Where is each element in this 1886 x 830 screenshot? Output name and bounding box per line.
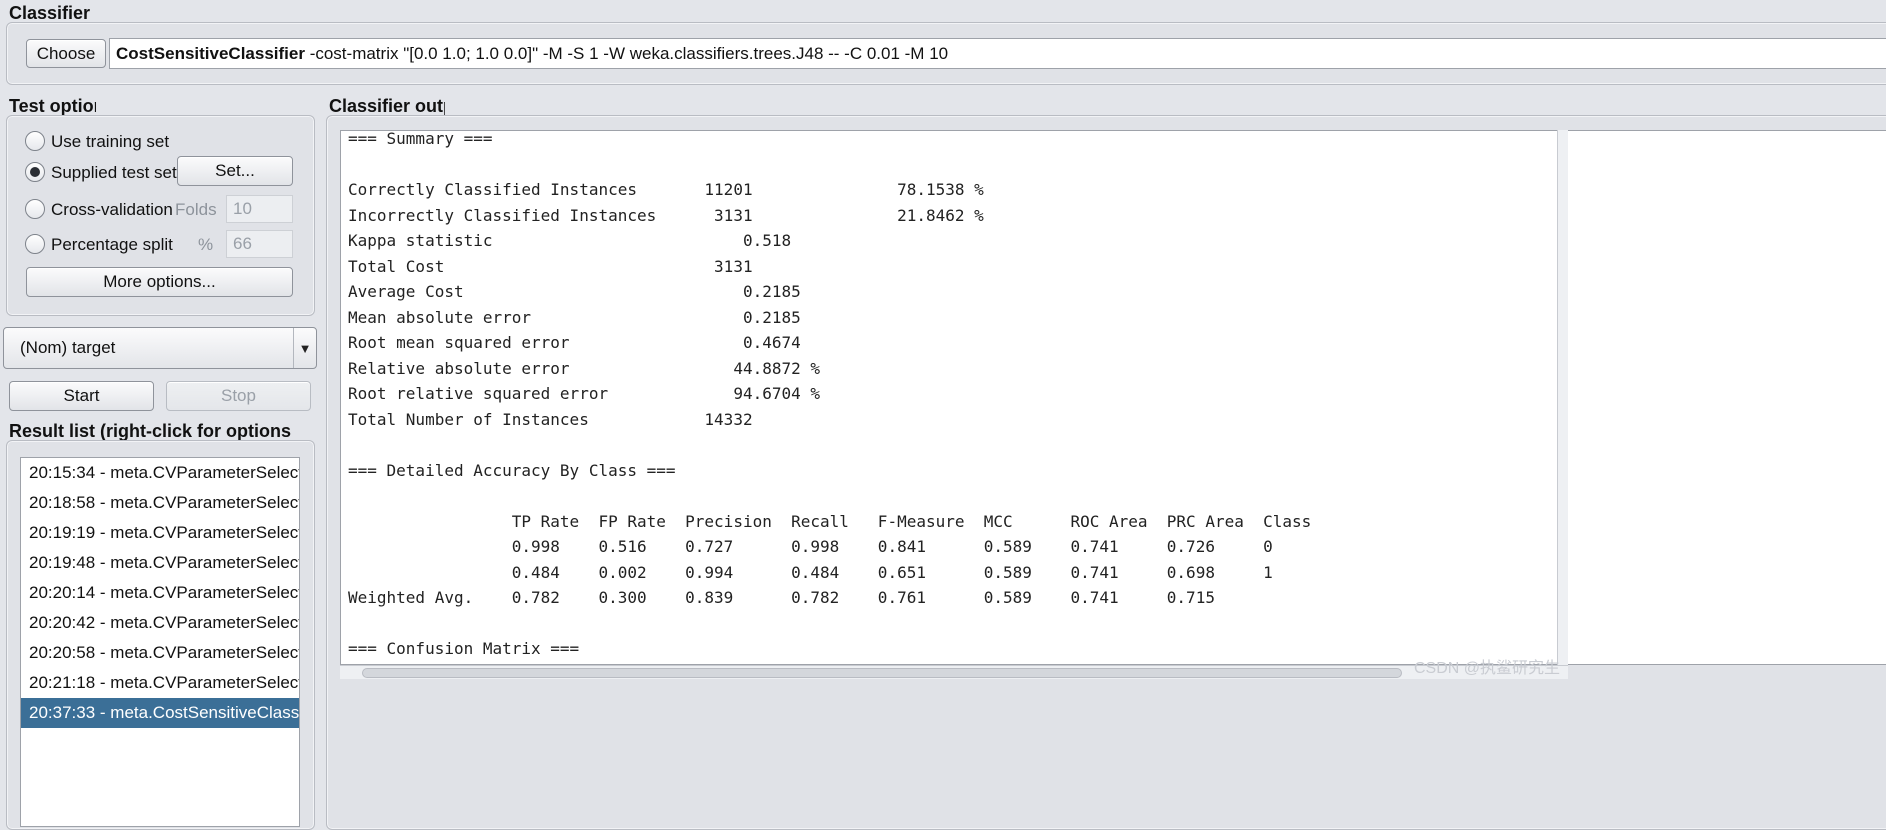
classifier-command-field[interactable]: CostSensitiveClassifier -cost-matrix "[0… (109, 38, 1886, 69)
output-line: Incorrectly Classified Instances 3131 21… (348, 205, 984, 225)
folds-label: Folds (175, 200, 217, 219)
output-line: Correctly Classified Instances 11201 78.… (348, 180, 984, 199)
set-test-set-button[interactable]: Set... (177, 156, 293, 186)
output-line: Kappa statistic 0.518 (348, 231, 792, 250)
result-list-item[interactable]: 20:21:18 - meta.CVParameterSelection (21, 668, 299, 698)
result-list[interactable]: 20:15:34 - meta.CVParameterSelection 20:1… (20, 457, 300, 827)
output-line: === Detailed Accuracy By Class === (348, 460, 676, 480)
output-line: 0.998 0.516 0.727 0.998 0.841 0.589 0.74… (348, 537, 1273, 556)
result-list-item[interactable]: 20:20:14 - meta.CVParameterSelection (21, 578, 299, 608)
output-line: === Confusion Matrix === (348, 639, 580, 658)
more-options-button[interactable]: More options... (26, 267, 293, 297)
percentage-split-radio[interactable] (25, 234, 45, 254)
output-line: Mean absolute error 0.2185 (348, 307, 801, 327)
result-list-item[interactable]: 20:15:34 - meta.CVParameterSelection (21, 458, 299, 488)
classifier-name: CostSensitiveClassifier (116, 43, 305, 63)
stop-button[interactable]: Stop (166, 381, 311, 411)
chevron-down-icon[interactable]: ▼ (293, 328, 316, 368)
output-horizontal-scrollbar[interactable] (340, 665, 1568, 679)
supplied-test-set-label: Supplied test set (51, 163, 177, 182)
start-button[interactable]: Start (9, 381, 154, 411)
classifier-output-text[interactable]: === Summary === Correctly Classified Inst… (340, 130, 1886, 665)
result-list-item[interactable]: 20:20:58 - meta.CVParameterSelection (21, 638, 299, 668)
percent-input[interactable]: 66 (226, 230, 293, 258)
folds-input[interactable]: 10 (226, 195, 293, 223)
choose-button[interactable]: Choose (26, 39, 106, 68)
target-attribute-value: (Nom) target (20, 338, 116, 357)
output-line: Total Number of Instances 14332 (348, 409, 753, 429)
result-list-title: Result list (right-click for options (9, 421, 292, 441)
scrollbar-thumb[interactable] (362, 668, 1402, 678)
output-line: Relative absolute error 44.8872 % (348, 358, 821, 378)
classifier-section-title: Classifier (9, 3, 91, 23)
result-list-item[interactable]: 20:37:33 - meta.CostSensitiveClassifier (21, 698, 299, 728)
output-line: Average Cost 0.2185 (348, 282, 801, 301)
percent-label: % (198, 235, 214, 254)
output-line: Root relative squared error 94.6704 % (348, 384, 821, 403)
output-line: Total Cost 3131 (348, 256, 753, 276)
output-line: === Summary === (348, 130, 493, 148)
watermark: CSDN @执鲨研究生 (1414, 660, 1561, 677)
classifier-arguments: -cost-matrix "[0.0 1.0; 1.0 0.0]" -M -S … (304, 43, 949, 63)
result-list-item[interactable]: 20:20:42 - meta.CVParameterSelection (21, 608, 299, 638)
cross-validation-label: Cross-validation (51, 200, 173, 219)
result-list-item[interactable]: 20:18:58 - meta.CVParameterSelection (21, 488, 299, 518)
result-list-item[interactable]: 20:19:19 - meta.CVParameterSelection (21, 518, 299, 548)
output-line: 0.484 0.002 0.994 0.484 0.651 0.589 0.74… (348, 562, 1273, 582)
output-line: Root mean squared error 0.4674 (348, 333, 801, 352)
output-vertical-scrollbar[interactable] (1557, 130, 1568, 665)
radio-selected-dot (30, 167, 40, 177)
use-training-set-radio[interactable] (25, 131, 45, 151)
classifier-output-title: Classifier output (329, 96, 445, 116)
test-options-title: Test options (9, 96, 96, 116)
output-line: Weighted Avg. 0.782 0.300 0.839 0.782 0.… (348, 588, 1215, 607)
result-list-item[interactable]: 20:19:48 - meta.CVParameterSelection (21, 548, 299, 578)
percentage-split-label: Percentage split (51, 235, 173, 254)
supplied-test-set-radio[interactable] (25, 162, 45, 182)
output-line: TP Rate FP Rate Precision Recall F-Measu… (348, 511, 1312, 531)
target-attribute-select[interactable]: (Nom) target ▼ (3, 327, 317, 369)
output-text-block: === Summary === Correctly Classified Inst… (341, 130, 1886, 664)
use-training-set-label: Use training set (51, 132, 170, 151)
cross-validation-radio[interactable] (25, 199, 45, 219)
